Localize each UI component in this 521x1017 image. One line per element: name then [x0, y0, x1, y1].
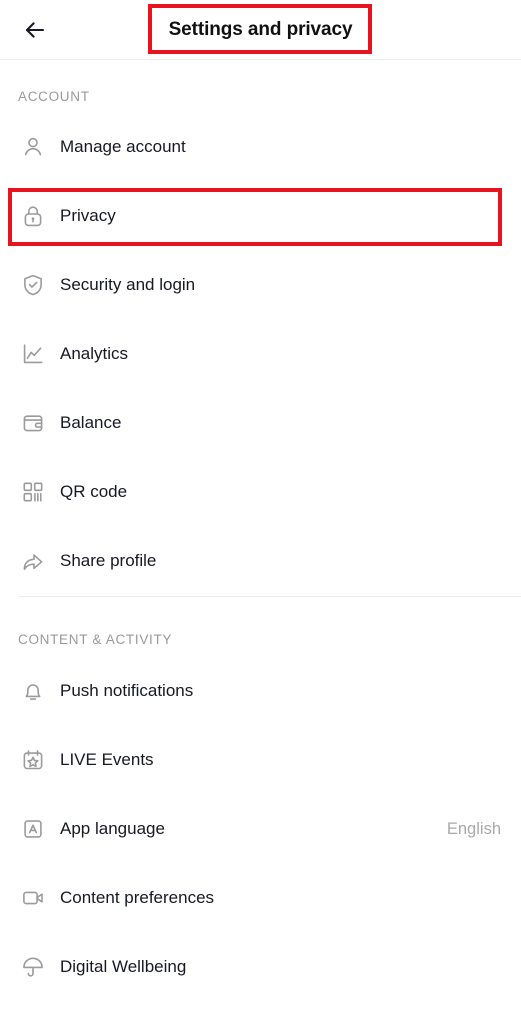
settings-row-label: Balance	[60, 413, 122, 432]
share-arrow-icon	[16, 544, 50, 578]
title-highlight-box	[148, 4, 372, 54]
line-chart-icon	[16, 337, 50, 371]
settings-row-live-events[interactable]: LIVE Events	[0, 737, 521, 783]
settings-screen: Settings and privacy ACCOUNT Manage acco…	[0, 0, 521, 1017]
settings-row-label: Content preferences	[60, 888, 215, 907]
settings-row-label: Manage account	[60, 137, 186, 156]
settings-row-label: LIVE Events	[60, 750, 154, 769]
settings-row-label: QR code	[60, 482, 128, 501]
section-header-content-activity: CONTENT & ACTIVITY	[18, 632, 173, 647]
arrow-left-icon	[21, 16, 49, 44]
app-language-value: English	[446, 819, 501, 838]
settings-row-analytics[interactable]: Analytics	[0, 331, 521, 377]
shield-check-icon	[16, 268, 50, 302]
qr-code-icon	[16, 475, 50, 509]
settings-row-app-language[interactable]: App language English	[0, 806, 521, 852]
lock-icon	[16, 199, 50, 233]
settings-row-qr-code[interactable]: QR code	[0, 469, 521, 515]
calendar-star-icon	[16, 743, 50, 777]
umbrella-icon	[16, 950, 50, 984]
settings-row-manage-account[interactable]: Manage account	[0, 124, 521, 170]
settings-row-privacy[interactable]: Privacy	[0, 193, 521, 239]
section-divider	[18, 596, 521, 597]
wallet-icon	[16, 406, 50, 440]
settings-row-balance[interactable]: Balance	[0, 400, 521, 446]
settings-row-security-and-login[interactable]: Security and login	[0, 262, 521, 308]
settings-row-label: Push notifications	[60, 681, 194, 700]
person-icon	[16, 130, 50, 164]
settings-row-digital-wellbeing[interactable]: Digital Wellbeing	[0, 944, 521, 990]
settings-row-push-notifications[interactable]: Push notifications	[0, 668, 521, 714]
letter-a-icon	[16, 812, 50, 846]
settings-row-label: App language	[60, 819, 165, 838]
video-camera-icon	[16, 881, 50, 915]
settings-row-label: Analytics	[60, 344, 129, 363]
settings-row-content-preferences[interactable]: Content preferences	[0, 875, 521, 921]
settings-row-label: Digital Wellbeing	[60, 957, 187, 976]
settings-row-label: Privacy	[60, 206, 116, 225]
bell-icon	[16, 674, 50, 708]
settings-row-share-profile[interactable]: Share profile	[0, 538, 521, 584]
back-button[interactable]	[12, 0, 58, 59]
settings-row-label: Share profile	[60, 551, 157, 570]
settings-row-label: Security and login	[60, 275, 196, 294]
section-header-account: ACCOUNT	[18, 89, 90, 104]
app-header: Settings and privacy	[0, 0, 521, 60]
